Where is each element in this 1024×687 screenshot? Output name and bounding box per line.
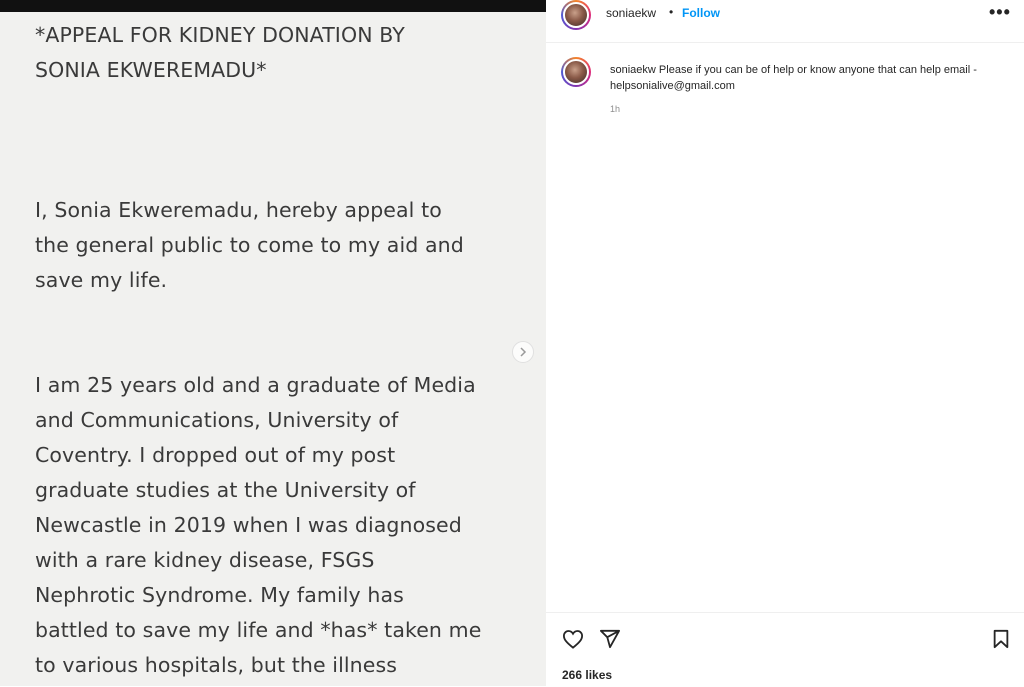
likes-count[interactable]: 266 likes xyxy=(562,668,612,682)
appeal-line: I, Sonia Ekweremadu, hereby appeal to xyxy=(35,198,442,222)
appeal-text: *APPEAL FOR KIDNEY DONATION BY SONIA EKW… xyxy=(35,18,535,683)
avatar[interactable] xyxy=(561,0,591,30)
appeal-line: Nephrotic Syndrome. My family has xyxy=(35,583,404,607)
appeal-line: SONIA EKWEREMADU* xyxy=(35,58,267,82)
caption-timestamp[interactable]: 1h xyxy=(610,104,620,114)
appeal-line: and Communications, University of xyxy=(35,408,399,432)
appeal-line: graduate studies at the University of xyxy=(35,478,416,502)
separator-dot: • xyxy=(669,5,674,19)
more-options-icon[interactable]: ••• xyxy=(989,2,1011,23)
action-bar: 266 likes xyxy=(546,612,1024,687)
post-image[interactable]: *APPEAL FOR KIDNEY DONATION BY SONIA EKW… xyxy=(0,0,546,686)
appeal-line: to various hospitals, but the illness xyxy=(35,653,398,677)
follow-button[interactable]: Follow xyxy=(682,6,720,20)
appeal-line: battled to save my life and *has* taken … xyxy=(35,618,482,642)
paper-plane-icon xyxy=(600,629,620,649)
heart-icon xyxy=(562,630,584,649)
image-top-bar xyxy=(0,0,546,12)
share-button[interactable] xyxy=(599,629,621,654)
bookmark-icon xyxy=(993,629,1009,649)
appeal-line: save my life. xyxy=(35,268,168,292)
appeal-line: Newcastle in 2019 when I was diagnosed xyxy=(35,513,462,537)
post-header: soniaekw • Follow ••• xyxy=(546,0,1024,43)
caption-text: soniaekw Please if you can be of help or… xyxy=(610,62,1000,94)
appeal-line: I am 25 years old and a graduate of Medi… xyxy=(35,373,476,397)
next-image-button[interactable] xyxy=(512,341,534,363)
caption-body: Please if you can be of help or know any… xyxy=(610,64,977,92)
like-button[interactable] xyxy=(562,629,584,654)
appeal-line: *APPEAL FOR KIDNEY DONATION BY xyxy=(35,23,405,47)
save-button[interactable] xyxy=(992,629,1010,654)
caption-avatar[interactable] xyxy=(561,57,591,87)
appeal-line: the general public to come to my aid and xyxy=(35,233,464,257)
appeal-line: Coventry. I dropped out of my post xyxy=(35,443,396,467)
chevron-right-icon xyxy=(520,347,527,357)
header-username[interactable]: soniaekw xyxy=(606,6,656,20)
caption-username[interactable]: soniaekw xyxy=(610,64,656,76)
appeal-line: with a rare kidney disease, FSGS xyxy=(35,548,375,572)
post-side-panel: soniaekw • Follow ••• soniaekw Please if… xyxy=(546,0,1024,686)
